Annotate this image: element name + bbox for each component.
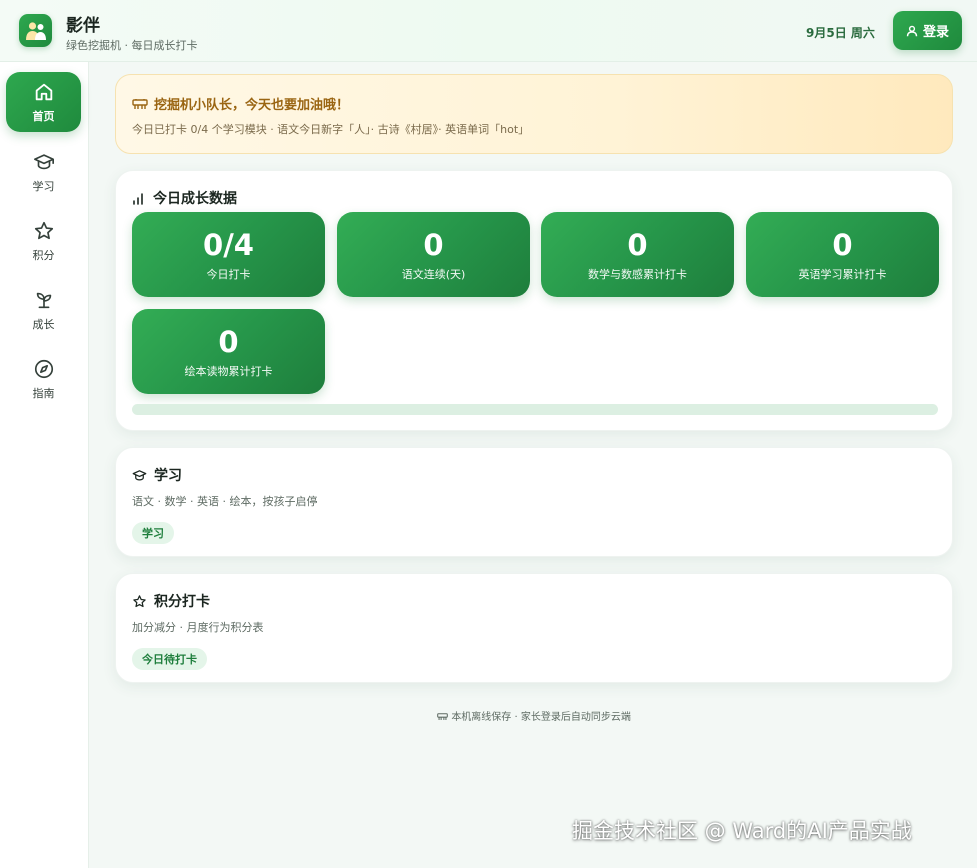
encouragement-banner: 挖掘机小队长，今天也要加油哦！ 今日已打卡 0/4 个学习模块 · 语文今日新字… (115, 74, 953, 154)
stat-label: 英语学习累计打卡 (798, 268, 887, 281)
stat-label: 语文连续(天) (401, 268, 466, 281)
card-title: 积分打卡 (154, 594, 210, 610)
stat-english-total[interactable]: 0 英语学习累计打卡 (746, 212, 939, 297)
card-title-row: 今日成长数据 (132, 188, 237, 208)
home-icon (35, 83, 52, 100)
banner-subtitle: 今日已打卡 0/4 个学习模块 · 语文今日新字「人」· 古诗《村居》· 英语单… (132, 123, 530, 136)
sidebar-item-points[interactable]: 积分 (6, 211, 81, 271)
graduation-cap-icon (132, 469, 147, 480)
footer-text: 本机离线保存 · 家长登录后自动同步云端 (451, 712, 631, 723)
sidebar-item-growth[interactable]: 成长 (6, 280, 81, 340)
checkin-status-tag[interactable]: 今日待打卡 (132, 648, 207, 670)
card-description: 语文 · 数学 · 英语 · 绘本，按孩子启停 (132, 495, 318, 508)
sprout-icon (36, 292, 51, 308)
sidebar-item-label: 首页 (32, 109, 55, 123)
banner-title-row: 挖掘机小队长，今天也要加油哦！ (132, 94, 349, 113)
excavator-icon (437, 713, 448, 720)
app-logo-icon (19, 14, 52, 47)
star-icon (133, 594, 146, 607)
stat-chinese-streak[interactable]: 0 语文连续(天) (337, 212, 530, 297)
stat-value: 0 (832, 228, 853, 262)
watermark: 掘金技术社区 @ Ward的AI产品实战 (572, 819, 912, 843)
app-subtitle: 绿色挖掘机 · 每日成长打卡 (66, 39, 198, 52)
card-title: 学习 (154, 468, 182, 484)
stat-value: 0 (627, 228, 648, 262)
stat-value: 0 (423, 228, 444, 262)
card-title: 今日成长数据 (153, 191, 237, 207)
compass-icon (34, 359, 53, 378)
graduation-cap-icon (33, 153, 54, 169)
stat-today-checkin[interactable]: 0/4 今日打卡 (132, 212, 325, 297)
stat-value: 0/4 (203, 228, 254, 262)
card-title-row: 积分打卡 (132, 591, 210, 611)
excavator-icon (132, 98, 148, 109)
bar-chart-icon (133, 192, 143, 205)
sidebar-item-label: 成长 (32, 317, 55, 331)
growth-stats-card: 今日成长数据 0/4 今日打卡 0 语文连续(天) 0 数学与数感累计打卡 0 … (115, 170, 953, 431)
stat-label: 数学与数感累计打卡 (588, 268, 687, 281)
stat-math-total[interactable]: 0 数学与数感累计打卡 (541, 212, 734, 297)
sidebar-item-label: 积分 (32, 248, 55, 262)
sidebar-item-guide[interactable]: 指南 (6, 349, 81, 409)
current-date: 9月5日 周六 (806, 26, 875, 40)
sidebar-item-study[interactable]: 学习 (6, 142, 81, 202)
card-description: 加分减分 · 月度行为积分表 (132, 621, 264, 634)
sidebar-item-label: 学习 (32, 179, 55, 193)
points-card[interactable]: 积分打卡 加分减分 · 月度行为积分表 今日待打卡 (115, 573, 953, 683)
stat-value: 0 (218, 325, 239, 359)
study-card[interactable]: 学习 语文 · 数学 · 英语 · 绘本，按孩子启停 学习 (115, 447, 953, 557)
login-label: 登录 (922, 25, 949, 40)
stat-picture-book-total[interactable]: 0 绘本读物累计打卡 (132, 309, 325, 394)
card-title-row: 学习 (132, 465, 182, 485)
footer-note: 本机离线保存 · 家长登录后自动同步云端 (115, 708, 953, 723)
sidebar-item-home[interactable]: 首页 (6, 72, 81, 132)
login-button[interactable]: 登录 (893, 11, 962, 50)
daily-progress-bar (132, 404, 938, 415)
top-header: 影伴 绿色挖掘机 · 每日成长打卡 9月5日 周六 登录 (0, 0, 977, 62)
stat-label: 绘本读物累计打卡 (184, 365, 273, 378)
stat-label: 今日打卡 (206, 268, 251, 281)
user-icon (906, 25, 918, 36)
star-icon (34, 221, 53, 239)
banner-title: 挖掘机小队长，今天也要加油哦！ (154, 98, 350, 113)
sidebar-nav: 首页 学习 积分 成长 指南 (0, 62, 89, 868)
sidebar-item-label: 指南 (32, 386, 55, 400)
app-title: 影伴 (66, 16, 100, 36)
study-tag[interactable]: 学习 (132, 522, 174, 544)
